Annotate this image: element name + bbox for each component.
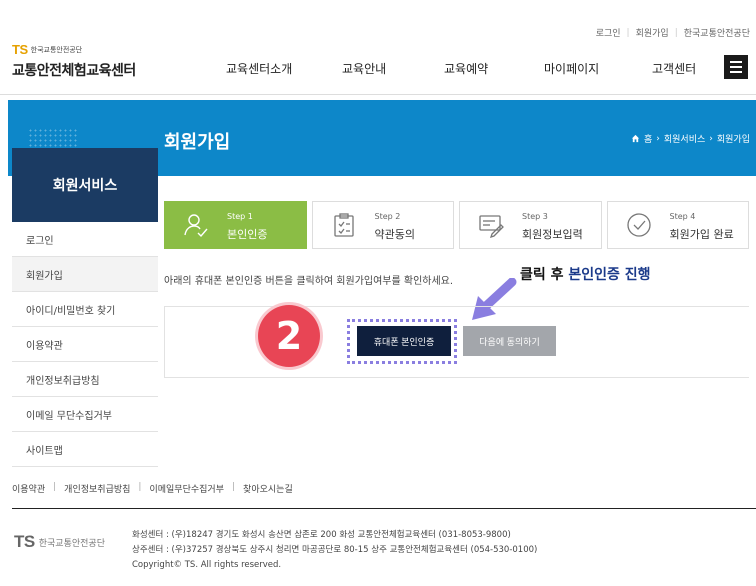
home-icon[interactable] — [631, 134, 640, 143]
sidebar-item-signup[interactable]: 회원가입 — [12, 257, 158, 292]
step-number: Step 1 — [227, 212, 253, 221]
nav-item-education-info[interactable]: 교육안내 — [342, 60, 386, 77]
step-label: 본인인증 — [227, 228, 268, 241]
sidebar-title: 회원서비스 — [12, 148, 158, 222]
signup-steps: Step 1 본인인증 Step 2 약관동의 Step 3 회원정보입력 St… — [164, 201, 749, 249]
footer-ts-mark: TS — [14, 532, 35, 551]
footer-logo: TS 한국교통안전공단 — [14, 532, 105, 552]
site-logo[interactable]: TS 한국교통안전공단 교통안전체험교육센터 — [12, 42, 136, 80]
ts-logo-mark: TS — [12, 42, 28, 57]
sidebar-item-terms[interactable]: 이용약관 — [12, 327, 158, 362]
form-pen-icon — [479, 215, 504, 238]
step-signup-complete: Step 4 회원가입 완료 — [606, 201, 749, 249]
breadcrumb: 홈 › 회원서비스 › 회원가입 — [631, 132, 750, 145]
nav-item-reservation[interactable]: 교육예약 — [444, 60, 488, 77]
footer-separator: | — [53, 482, 57, 492]
step-identity-verification: Step 1 본인인증 — [164, 201, 307, 249]
step-label: 회원가입 완료 — [669, 228, 734, 241]
footer-sangju-address: 상주센터 : (우)37257 경상북도 상주시 청리면 마공공단로 80-15… — [132, 545, 538, 555]
step-member-info: Step 3 회원정보입력 — [459, 201, 602, 249]
step-label: 약관동의 — [374, 228, 415, 241]
utility-nav: 로그인 | 회원가입 | 한국교통안전공단 — [596, 26, 750, 40]
step-number: Step 3 — [522, 212, 548, 221]
clipboard-check-icon — [333, 213, 354, 237]
footer-link-terms[interactable]: 이용약관 — [12, 482, 45, 495]
footer-hwaseong-address: 화성센터 : (우)18247 경기도 화성시 송산면 삼존로 200 화성 교… — [132, 530, 511, 540]
login-link[interactable]: 로그인 — [596, 26, 621, 39]
footer-address: 화성센터 : (우)18247 경기도 화성시 송산면 삼존로 200 화성 교… — [132, 528, 537, 573]
footer-link-email-refusal[interactable]: 이메일무단수집거부 — [149, 482, 224, 495]
sidebar-item-sitemap[interactable]: 사이트맵 — [12, 432, 158, 467]
footer-copyright: Copyright© TS. All rights reserved. — [132, 560, 282, 570]
sidebar-item-find-account[interactable]: 아이디/비밀번호 찾기 — [12, 292, 158, 327]
agree-later-button[interactable]: 다음에 동의하기 — [463, 326, 556, 356]
logo-org-name: 한국교통안전공단 — [30, 45, 83, 54]
footer-link-directions[interactable]: 찾아오시는길 — [243, 482, 293, 495]
step-number: Step 4 — [669, 212, 696, 221]
nav-item-customer-center[interactable]: 고객센터 — [652, 60, 696, 77]
footer-org-name: 한국교통안전공단 — [38, 538, 105, 549]
person-check-icon — [184, 214, 208, 238]
nav-item-mypage[interactable]: 마이페이지 — [544, 60, 599, 77]
annotation-prefix: 클릭 후 — [520, 267, 569, 283]
util-separator: | — [674, 27, 678, 38]
page-title: 회원가입 — [164, 132, 231, 153]
sidebar-nav: 로그인 회원가입 아이디/비밀번호 찾기 이용약관 개인정보취급방침 이메일 무… — [12, 222, 158, 467]
sidebar-item-privacy[interactable]: 개인정보취급방침 — [12, 362, 158, 397]
footer-separator: | — [232, 482, 236, 492]
phone-verification-button[interactable]: 휴대폰 본인인증 — [357, 326, 451, 356]
sidebar-item-login[interactable]: 로그인 — [12, 222, 158, 257]
footer-separator: | — [138, 482, 142, 492]
org-link[interactable]: 한국교통안전공단 — [684, 26, 750, 39]
chevron-right-icon: › — [656, 133, 660, 144]
step-number: Step 2 — [374, 212, 401, 221]
step-label: 회원정보입력 — [522, 228, 583, 241]
util-separator: | — [626, 27, 630, 38]
breadcrumb-signup[interactable]: 회원가입 — [717, 132, 750, 145]
annotation-text: 클릭 후 본인인증 진행 — [520, 264, 651, 284]
step-badge: 2 — [258, 305, 320, 367]
site-title: 교통안전체험교육센터 — [12, 63, 136, 79]
footer-link-privacy[interactable]: 개인정보취급방침 — [64, 482, 130, 495]
chevron-right-icon: › — [709, 133, 713, 144]
logo-org: TS 한국교통안전공단 — [12, 42, 136, 57]
breadcrumb-home[interactable]: 홈 — [644, 132, 652, 145]
footer-divider — [12, 508, 756, 509]
step-terms-agreement: Step 2 약관동의 — [311, 201, 454, 249]
nav-item-center-intro[interactable]: 교육센터소개 — [226, 60, 292, 77]
check-circle-icon — [626, 213, 651, 237]
annotation-emphasis: 본인인증 진행 — [568, 267, 651, 283]
breadcrumb-member-service[interactable]: 회원서비스 — [664, 132, 705, 145]
footer-links: 이용약관 | 개인정보취급방침 | 이메일무단수집거부 | 찾아오시는길 — [12, 482, 293, 495]
verification-notice: 아래의 휴대폰 본인인증 버튼을 클릭하여 회원가입여부를 확인하세요. — [164, 276, 454, 287]
sidebar-item-email-refusal[interactable]: 이메일 무단수집거부 — [12, 397, 158, 432]
hamburger-icon[interactable] — [724, 55, 748, 79]
header-divider — [0, 94, 756, 95]
signup-link[interactable]: 회원가입 — [636, 26, 669, 39]
